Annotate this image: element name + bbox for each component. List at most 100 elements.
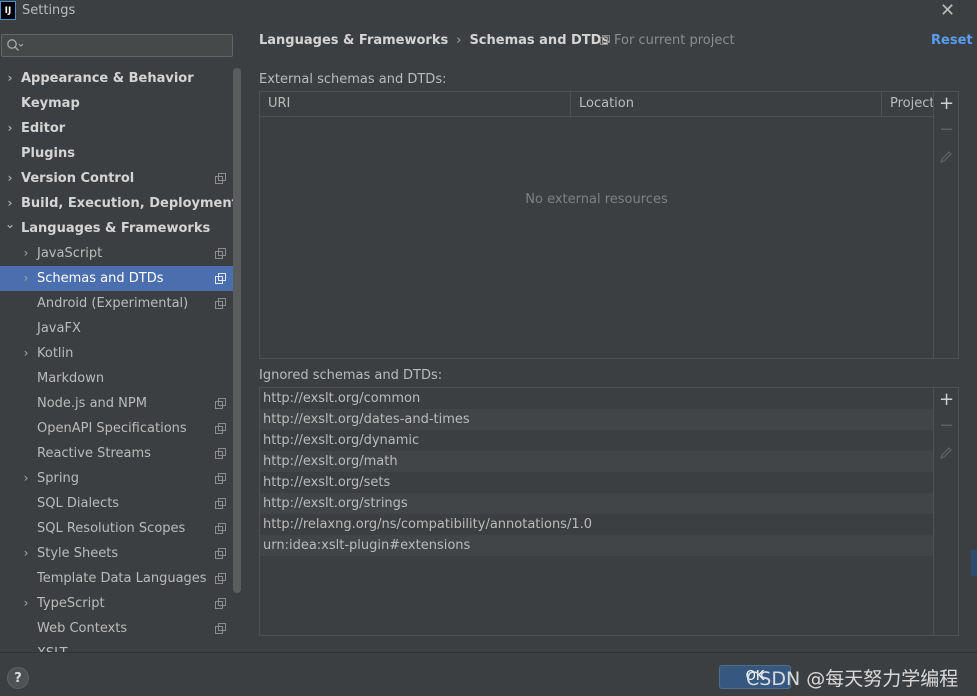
- sidebar-item[interactable]: › Schemas and DTDs: [0, 266, 233, 291]
- sidebar-item[interactable]: Android (Experimental): [0, 291, 233, 316]
- breadcrumb-parent[interactable]: Languages & Frameworks: [259, 33, 448, 48]
- edit-ignored-button[interactable]: [939, 446, 953, 460]
- chevron-right-icon[interactable]: ›: [21, 541, 31, 566]
- sidebar-item-label: Reactive Streams: [37, 446, 151, 461]
- sidebar-item-label: Kotlin: [37, 346, 74, 361]
- sidebar-item[interactable]: › Editor: [0, 116, 233, 141]
- sidebar-item[interactable]: Template Data Languages: [0, 566, 233, 591]
- project-scope-icon: [215, 298, 226, 309]
- list-item[interactable]: http://exslt.org/common: [260, 388, 933, 409]
- sidebar-item[interactable]: › TypeScript: [0, 591, 233, 616]
- sidebar-item[interactable]: › Version Control: [0, 166, 233, 191]
- sidebar-item[interactable]: ⌄ Languages & Frameworks: [0, 216, 233, 241]
- ignored-toolbar: + −: [933, 388, 958, 635]
- edit-external-button[interactable]: [939, 150, 953, 164]
- search-input[interactable]: [1, 34, 233, 57]
- ignored-schemas-panel: http://exslt.org/common http://exslt.org/…: [259, 387, 959, 636]
- sidebar-item[interactable]: › Appearance & Behavior: [0, 66, 233, 91]
- sidebar-item[interactable]: XSLT: [0, 641, 233, 652]
- sidebar-item[interactable]: › Kotlin: [0, 341, 233, 366]
- window-title: Settings: [22, 3, 76, 18]
- sidebar-item[interactable]: Plugins: [0, 141, 233, 166]
- list-item[interactable]: http://exslt.org/strings: [260, 493, 933, 514]
- column-header-project[interactable]: Project: [882, 92, 933, 117]
- project-scope-icon: [215, 423, 226, 434]
- watermark-text: CSDN @每天努力学编程: [746, 668, 959, 690]
- settings-content: Languages & Frameworks › Schemas and DTDs …: [242, 24, 977, 652]
- project-scope-icon: [215, 498, 226, 509]
- sidebar-item-label: Android (Experimental): [37, 296, 189, 311]
- sidebar-item-label: Version Control: [21, 171, 135, 186]
- list-item[interactable]: http://exslt.org/math: [260, 451, 933, 472]
- project-scope-icon: [215, 548, 226, 559]
- add-external-button[interactable]: +: [939, 95, 954, 113]
- project-scope-icon: [600, 35, 610, 45]
- remove-external-button[interactable]: −: [939, 121, 954, 139]
- project-scope-icon: [215, 248, 226, 259]
- project-scope-icon: [215, 173, 226, 184]
- sidebar-item-label: Web Contexts: [37, 621, 128, 636]
- window-edge-indicator: [971, 550, 977, 576]
- project-scope-icon: [215, 398, 226, 409]
- sidebar-item-label: Build, Execution, Deployment: [21, 196, 238, 211]
- sidebar-item-label: Style Sheets: [37, 546, 119, 561]
- close-icon[interactable]: ✕: [940, 0, 955, 21]
- list-item[interactable]: urn:idea:xslt-plugin#extensions: [260, 535, 933, 556]
- sidebar-item-label: XSLT: [37, 641, 68, 652]
- list-item[interactable]: http://relaxng.org/ns/compatibility/anno…: [260, 514, 933, 535]
- breadcrumb-current: Schemas and DTDs: [469, 33, 610, 48]
- chevron-right-icon[interactable]: ›: [21, 591, 31, 616]
- sidebar-item-label: Plugins: [21, 146, 75, 161]
- settings-tree: › Appearance & Behavior Keymap › Editor Plugi…: [0, 66, 238, 652]
- ignored-schemas-list[interactable]: http://exslt.org/common http://exslt.org/…: [260, 388, 933, 635]
- chevron-right-icon[interactable]: ›: [5, 116, 15, 141]
- list-item[interactable]: http://exslt.org/dynamic: [260, 430, 933, 451]
- sidebar-item[interactable]: › Build, Execution, Deployment: [0, 191, 238, 216]
- sidebar-item-label: Keymap: [21, 96, 80, 111]
- column-header-uri[interactable]: URI: [260, 92, 571, 117]
- chevron-right-icon[interactable]: ›: [5, 66, 15, 91]
- sidebar-scrollbar-thumb[interactable]: [233, 68, 241, 593]
- chevron-right-icon[interactable]: ›: [21, 266, 31, 291]
- sidebar-item[interactable]: Reactive Streams: [0, 441, 233, 466]
- sidebar-item-label: SQL Dialects: [37, 496, 120, 511]
- pencil-icon: [939, 151, 952, 164]
- pencil-icon: [939, 447, 952, 460]
- sidebar-item[interactable]: Markdown: [0, 366, 233, 391]
- sidebar-item[interactable]: JavaFX: [0, 316, 233, 341]
- add-ignored-button[interactable]: +: [939, 391, 954, 409]
- chevron-right-icon[interactable]: ›: [21, 241, 31, 266]
- help-button[interactable]: ?: [7, 667, 29, 689]
- sidebar-item[interactable]: › JavaScript: [0, 241, 233, 266]
- chevron-right-icon[interactable]: ›: [5, 166, 15, 191]
- sidebar-item[interactable]: › Style Sheets: [0, 541, 233, 566]
- remove-ignored-button[interactable]: −: [939, 417, 954, 435]
- chevron-right-icon[interactable]: ›: [21, 341, 31, 366]
- search-icon: [7, 39, 24, 51]
- sidebar-item[interactable]: Node.js and NPM: [0, 391, 233, 416]
- list-item[interactable]: http://exslt.org/dates-and-times: [260, 409, 933, 430]
- sidebar-item[interactable]: SQL Resolution Scopes: [0, 516, 233, 541]
- sidebar-item[interactable]: SQL Dialects: [0, 491, 233, 516]
- project-scope-icon: [215, 273, 226, 284]
- sidebar-item-label: JavaScript: [37, 246, 103, 261]
- list-item[interactable]: http://exslt.org/sets: [260, 472, 933, 493]
- dialog-footer: ? OK CSDN @每天努力学编程: [0, 652, 977, 696]
- table-header: URI Location Project: [260, 92, 933, 117]
- external-schemas-table[interactable]: No external resources: [260, 117, 933, 358]
- chevron-right-icon[interactable]: ›: [21, 466, 31, 491]
- column-header-location[interactable]: Location: [571, 92, 882, 117]
- sidebar-item[interactable]: Web Contexts: [0, 616, 233, 641]
- sidebar-item[interactable]: Keymap: [0, 91, 233, 116]
- project-scope-icon: [215, 448, 226, 459]
- scope-label: For current project: [614, 33, 735, 48]
- sidebar-item-label: Schemas and DTDs: [37, 271, 164, 286]
- app-icon: IJ: [0, 1, 16, 20]
- sidebar-item[interactable]: OpenAPI Specifications: [0, 416, 233, 441]
- sidebar-item-label: TypeScript: [37, 596, 105, 611]
- sidebar-item[interactable]: › Spring: [0, 466, 233, 491]
- sidebar-item-label: Appearance & Behavior: [21, 71, 194, 86]
- sidebar-item-label: Spring: [37, 471, 79, 486]
- reset-link[interactable]: Reset: [931, 33, 973, 48]
- chevron-down-icon[interactable]: ⌄: [5, 212, 15, 237]
